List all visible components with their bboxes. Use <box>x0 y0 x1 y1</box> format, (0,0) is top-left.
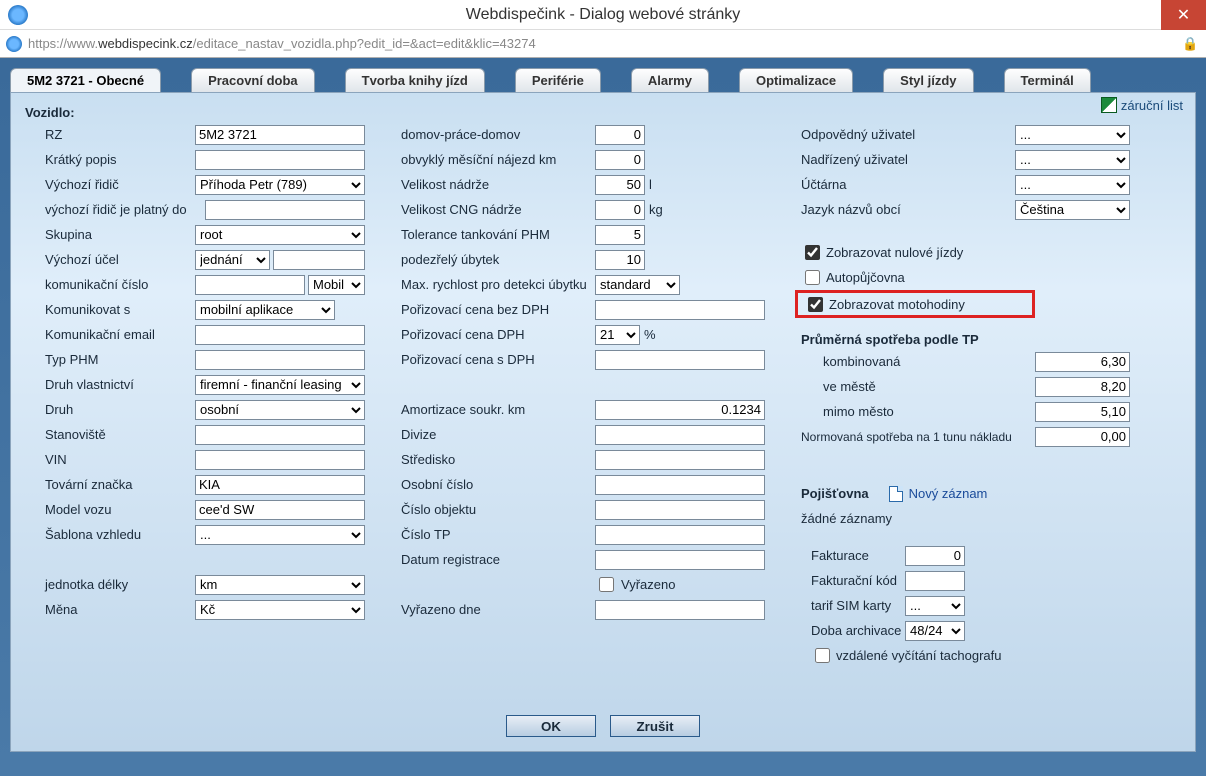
fakt-kod-input[interactable] <box>905 571 965 591</box>
rz-input[interactable] <box>195 125 365 145</box>
tab-obecne[interactable]: 5M2 3721 - Obecné <box>10 68 161 92</box>
amortizace-input[interactable] <box>595 400 765 420</box>
ok-button[interactable]: OK <box>506 715 596 737</box>
spotreba-heading: Průměrná spotřeba podle TP <box>795 328 1175 349</box>
tab-terminal[interactable]: Terminál <box>1004 68 1091 92</box>
tab-alarmy[interactable]: Alarmy <box>631 68 709 92</box>
dpd-input[interactable] <box>595 125 645 145</box>
nadrizeny-select[interactable]: ... <box>1015 150 1130 170</box>
dph-select[interactable]: 21 <box>595 325 640 345</box>
komunikovat-select[interactable]: mobilní aplikace <box>195 300 335 320</box>
tarif-select[interactable]: ... <box>905 596 965 616</box>
znacka-input[interactable] <box>195 475 365 495</box>
mena-select[interactable]: Kč <box>195 600 365 620</box>
osobni-cislo-input[interactable] <box>595 475 765 495</box>
odpovedny-select[interactable]: ... <box>1015 125 1130 145</box>
autopujcovna-checkbox[interactable] <box>805 270 820 285</box>
uctarna-select[interactable]: ... <box>1015 175 1130 195</box>
tab-bar: 5M2 3721 - Obecné Pracovní doba Tvorba k… <box>10 68 1196 92</box>
cng-input[interactable] <box>595 200 645 220</box>
zarucni-list-link[interactable]: záruční list <box>1101 97 1183 113</box>
typ-phm-input[interactable] <box>195 350 365 370</box>
cancel-button[interactable]: Zrušit <box>610 715 700 737</box>
ubytek-input[interactable] <box>595 250 645 270</box>
novy-zaznam-link[interactable]: Nový záznam <box>889 486 988 502</box>
tab-periferie[interactable]: Periférie <box>515 68 601 92</box>
tab-tvorba[interactable]: Tvorba knihy jízd <box>345 68 485 92</box>
nadrz-input[interactable] <box>595 175 645 195</box>
cena-bez-dph-input[interactable] <box>595 300 765 320</box>
kom-email-input[interactable] <box>195 325 365 345</box>
tab-optim[interactable]: Optimalizace <box>739 68 853 92</box>
cena-s-dph-input[interactable] <box>595 350 765 370</box>
divize-input[interactable] <box>595 425 765 445</box>
nulove-jizdy-checkbox[interactable] <box>805 245 820 260</box>
cislo-objektu-input[interactable] <box>595 500 765 520</box>
ridic-platny-do-input[interactable] <box>205 200 365 220</box>
window-title: Webdispečink - Dialog webové stránky <box>466 6 741 24</box>
najezd-input[interactable] <box>595 150 645 170</box>
archivace-select[interactable]: 48/24 <box>905 621 965 641</box>
sablona-select[interactable]: ... <box>195 525 365 545</box>
vemeste-input[interactable] <box>1035 377 1130 397</box>
vin-input[interactable] <box>195 450 365 470</box>
druh-select[interactable]: osobní <box>195 400 365 420</box>
vychozi-ucel-select[interactable]: jednání <box>195 250 270 270</box>
no-records-text: žádné záznamy <box>795 511 945 526</box>
tab-pracovni[interactable]: Pracovní doba <box>191 68 315 92</box>
komcislo-input[interactable] <box>195 275 305 295</box>
tol-input[interactable] <box>595 225 645 245</box>
kombinovana-input[interactable] <box>1035 352 1130 372</box>
rychlost-select[interactable]: standard <box>595 275 680 295</box>
normovana-input[interactable] <box>1035 427 1130 447</box>
new-record-icon <box>889 486 903 502</box>
vychozi-ridic-select[interactable]: Příhoda Petr (789) <box>195 175 365 195</box>
stanoviste-input[interactable] <box>195 425 365 445</box>
lock-icon: 🔒 <box>1182 36 1194 50</box>
ucel-text-input[interactable] <box>273 250 365 270</box>
pojistovna-heading: Pojišťovna <box>795 486 875 501</box>
ie-small-icon <box>6 36 22 52</box>
skupina-select[interactable]: root <box>195 225 365 245</box>
vyrazeno-checkbox[interactable] <box>599 577 614 592</box>
vyrazeno-dne-input[interactable] <box>595 600 765 620</box>
url-display: https://www.webdispecink.cz/editace_nast… <box>28 36 536 51</box>
model-input[interactable] <box>195 500 365 520</box>
tachograf-checkbox[interactable] <box>815 648 830 663</box>
close-button[interactable]: ✕ <box>1161 0 1206 30</box>
ie-icon <box>8 5 28 25</box>
fakturace-input[interactable] <box>905 546 965 566</box>
komcislo-typ-select[interactable]: Mobil <box>308 275 365 295</box>
tab-styl[interactable]: Styl jízdy <box>883 68 973 92</box>
datum-reg-input[interactable] <box>595 550 765 570</box>
cislo-tp-input[interactable] <box>595 525 765 545</box>
heading-vozidlo: Vozidlo: <box>25 105 1181 120</box>
vlastnictvi-select[interactable]: firemní - finanční leasing <box>195 375 365 395</box>
motohodiny-highlight: Zobrazovat motohodiny <box>795 290 1035 318</box>
stredisko-input[interactable] <box>595 450 765 470</box>
jazyk-select[interactable]: Čeština <box>1015 200 1130 220</box>
motohodiny-checkbox[interactable] <box>808 297 823 312</box>
kratky-popis-input[interactable] <box>195 150 365 170</box>
mimomesto-input[interactable] <box>1035 402 1130 422</box>
jednotka-select[interactable]: km <box>195 575 365 595</box>
excel-icon <box>1101 97 1117 113</box>
